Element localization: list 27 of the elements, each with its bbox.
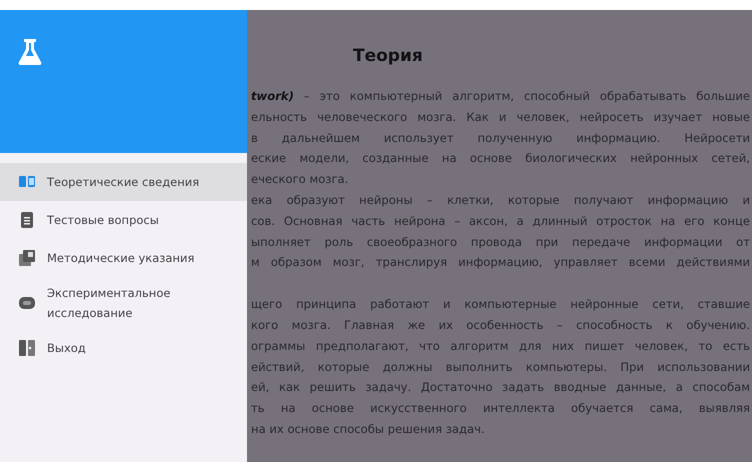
page-title: Теория xyxy=(353,46,424,66)
text-line: ограммы предполагают, что алгоритм для них пишет человек, то есть xyxy=(251,338,750,355)
chip-icon xyxy=(18,294,36,312)
text-line: кого мозга. Главная же их особенность – способность к обучению. xyxy=(251,316,750,334)
drawer-menu-item[interactable]: Выход xyxy=(0,329,247,367)
drawer-menu-item[interactable]: Экспериментальное исследование xyxy=(0,277,247,329)
text-line: ельность человеческого мозга. Как и человек, нейросеть изучает новые xyxy=(251,108,750,126)
text-line: twork) – это компьютерный алгоритм, способный обрабатывать большие xyxy=(251,88,750,105)
text-line: ей, как решить задачу. Достаточно задать вводные данные, а способам xyxy=(251,379,750,396)
text-line: в дальнейшем использует полученную информацию. Нейросети xyxy=(251,130,750,147)
exit-icon xyxy=(18,339,36,357)
text-line: м образом мозг, транслируя информацию, управляет всеми действиями xyxy=(251,254,750,272)
text-line: еские модели, созданные на основе биологических нейронных сетей, xyxy=(251,150,750,168)
text-line: ть на основе искусственного интеллекта обучается сама, выявляя xyxy=(251,400,750,418)
text-line: щего принципа работают и компьютерные нейронные сети, ставшие xyxy=(251,296,750,314)
text-line: на их основе способы решения задач. xyxy=(251,420,486,438)
text-line: еческого мозга. xyxy=(251,171,350,188)
library-icon xyxy=(18,249,36,267)
text-line: ействий, которые должны выполнить компьютеры. При использовании xyxy=(251,358,750,376)
document-icon xyxy=(18,211,36,229)
drawer-menu-item[interactable]: Методические указания xyxy=(0,239,247,277)
drawer-menu-item[interactable]: Теоретические сведения xyxy=(0,163,247,201)
text-line: сов. Основная часть нейрона – аксон, а длинный отросток на его конце xyxy=(251,212,750,230)
drawer-menu-item[interactable]: Тестовые вопросы xyxy=(0,201,247,239)
text-line: ыполняет роль своеобразного провода при передаче информации от xyxy=(251,234,750,251)
flask-icon xyxy=(18,38,42,66)
text-line: ека образуют нейроны – клетки, которые получают информацию и xyxy=(251,192,750,209)
